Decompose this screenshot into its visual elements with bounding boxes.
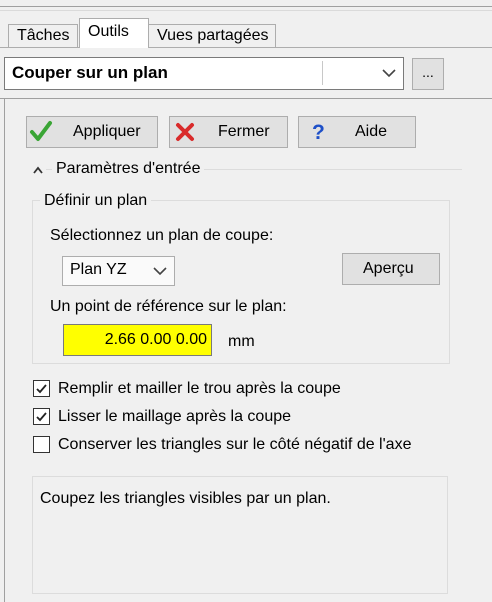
panel-left-border	[4, 99, 5, 602]
tab-taches-label: Tâches	[17, 27, 70, 44]
preview-button-label: Aperçu	[363, 260, 414, 277]
apply-button-label: Appliquer	[73, 123, 141, 140]
check-icon	[30, 121, 52, 141]
keep-negative-label[interactable]: Conserver les triangles sur le côté néga…	[58, 436, 411, 454]
reference-point-input[interactable]: 2.66 0.00 0.00	[63, 324, 212, 356]
window-top-border-inner	[0, 10, 492, 11]
svg-text:?: ?	[312, 121, 325, 144]
chevron-down-icon[interactable]	[153, 266, 167, 276]
reference-point-label: Un point de référence sur le plan:	[50, 298, 287, 315]
section-title[interactable]: Paramètres d'entrée	[52, 160, 205, 178]
unit-label: mm	[228, 333, 255, 350]
checkmark-icon	[36, 412, 47, 422]
apply-button[interactable]: Appliquer	[26, 116, 158, 148]
description-text: Coupez les triangles visibles par un pla…	[40, 490, 331, 507]
more-options-button[interactable]: ...	[412, 58, 444, 90]
tab-outils-label: Outils	[88, 23, 129, 40]
preview-button[interactable]: Aperçu	[342, 253, 440, 285]
smooth-mesh-label[interactable]: Lisser le maillage après la coupe	[58, 408, 291, 426]
close-button[interactable]: Fermer	[169, 116, 288, 148]
fill-hole-label[interactable]: Remplir et mailler le trou après la coup…	[58, 380, 341, 398]
checkmark-icon	[36, 384, 47, 394]
smooth-mesh-checkbox[interactable]	[33, 408, 50, 425]
chevron-down-icon[interactable]	[382, 68, 396, 78]
question-icon: ?	[312, 121, 325, 144]
chevron-up-icon[interactable]	[32, 165, 44, 175]
tab-vues-partagees[interactable]: Vues partagées	[148, 24, 276, 47]
help-button-label: Aide	[355, 123, 388, 140]
tab-outils[interactable]: Outils	[79, 18, 149, 48]
fill-hole-checkbox[interactable]	[33, 380, 50, 397]
tool-select-divider	[322, 61, 323, 85]
help-button[interactable]: ? Aide	[298, 116, 416, 148]
window-top-border	[0, 6, 492, 7]
close-button-label: Fermer	[218, 123, 270, 140]
plane-select-value: Plan YZ	[70, 261, 127, 278]
tab-vues-partagees-label: Vues partagées	[157, 27, 269, 44]
tab-taches[interactable]: Tâches	[8, 24, 78, 47]
x-icon	[176, 123, 194, 141]
plane-group-title: Définir un plan	[40, 192, 152, 210]
keep-negative-checkbox[interactable]	[33, 436, 50, 453]
tab-strip-line	[0, 47, 492, 48]
tool-select-value: Couper sur un plan	[12, 63, 168, 82]
plane-select-label: Sélectionnez un plan de coupe:	[50, 227, 274, 244]
